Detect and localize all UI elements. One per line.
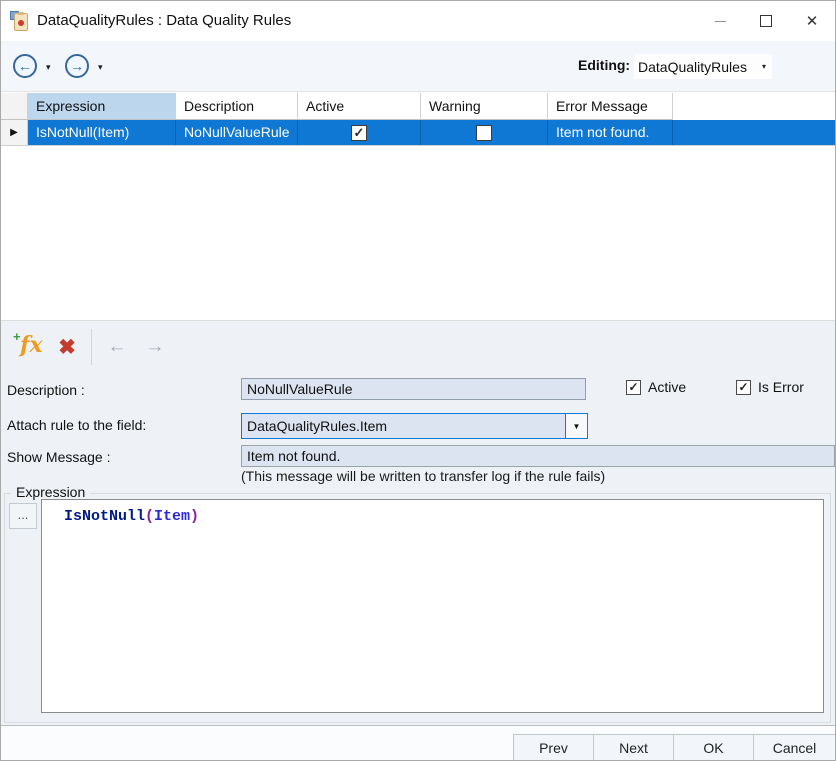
column-header-active[interactable]: Active	[298, 93, 421, 120]
active-checkbox[interactable]: ✓	[351, 125, 367, 141]
expression-builder-button[interactable]: ...	[9, 503, 37, 529]
cancel-button[interactable]: Cancel	[753, 734, 836, 761]
expression-code-line: IsNotNull(Item)	[42, 500, 823, 525]
column-header-warning[interactable]: Warning	[421, 93, 548, 120]
window-controls: ✕	[697, 1, 835, 41]
is-error-checkbox-label: Is Error	[758, 379, 804, 395]
editing-combobox[interactable]: DataQualityRules ▾	[634, 54, 772, 79]
rules-grid: Expression Description Active Warning Er…	[1, 93, 835, 320]
add-rule-button[interactable]: fx +	[13, 331, 45, 363]
row-indicator-icon: ▶	[10, 127, 18, 138]
window-title: DataQualityRules : Data Quality Rules	[37, 1, 291, 41]
is-error-check-icon: ✓	[736, 380, 751, 395]
active-check-icon: ✓	[626, 380, 641, 395]
toolbar-separator	[91, 329, 92, 365]
cell-description[interactable]: NoNullValueRule	[176, 120, 298, 145]
table-row[interactable]: ▶ IsNotNull(Item) NoNullValueRule ✓ Item…	[1, 120, 835, 146]
back-button[interactable]: ←	[13, 54, 37, 78]
dropdown-icon: ▼	[573, 422, 581, 431]
cell-error-message[interactable]: Item not found.	[548, 120, 673, 145]
minimize-button[interactable]	[697, 1, 743, 41]
maximize-button[interactable]	[743, 1, 789, 41]
forward-dropdown-caret[interactable]: ▾	[98, 62, 103, 73]
ellipsis-icon: ...	[18, 508, 29, 521]
description-field[interactable]: NoNullValueRule	[241, 378, 586, 400]
delete-icon: ✖	[58, 335, 76, 360]
expression-editor[interactable]: IsNotNull(Item)	[41, 499, 824, 713]
active-checkbox-field[interactable]: ✓ Active	[626, 379, 686, 395]
prev-button[interactable]: Prev	[513, 734, 594, 761]
warning-checkbox[interactable]	[476, 125, 492, 141]
attach-dropdown-button[interactable]: ▼	[565, 414, 587, 438]
next-rule-button[interactable]: →	[141, 333, 169, 361]
plus-icon: +	[13, 329, 21, 344]
titlebar: DataQualityRules : Data Quality Rules ✕	[1, 1, 835, 41]
minimize-icon	[715, 21, 726, 22]
expression-function-token: IsNotNull	[64, 508, 145, 525]
cell-expression[interactable]: IsNotNull(Item)	[28, 120, 176, 145]
active-checkbox-label: Active	[648, 379, 686, 395]
delete-rule-button[interactable]: ✖	[53, 333, 81, 361]
right-arrow-icon: →	[146, 336, 165, 358]
expression-group-label: Expression	[11, 484, 90, 500]
expression-groupbox: Expression ... IsNotNull(Item)	[4, 493, 831, 723]
attach-field-value: DataQualityRules.Item	[242, 414, 565, 438]
next-button[interactable]: Next	[593, 734, 674, 761]
attach-rule-label: Attach rule to the field:	[7, 417, 146, 433]
cell-active: ✓	[298, 120, 421, 145]
column-header-error-message[interactable]: Error Message	[548, 93, 673, 120]
description-label: Description :	[7, 382, 85, 398]
editing-combobox-value: DataQualityRules	[634, 59, 762, 75]
back-icon: ←	[18, 59, 32, 73]
editing-label: Editing:	[578, 57, 630, 73]
expression-argument-token: Item	[154, 508, 190, 525]
ok-button[interactable]: OK	[673, 734, 754, 761]
rule-toolbar: fx + ✖ ← →	[1, 325, 835, 369]
back-dropdown-caret[interactable]: ▾	[46, 62, 51, 73]
close-icon: ✕	[806, 14, 819, 29]
left-arrow-icon: ←	[108, 336, 127, 358]
previous-rule-button[interactable]: ←	[103, 333, 131, 361]
attach-field-combobox[interactable]: DataQualityRules.Item ▼	[241, 413, 588, 439]
expression-close-paren-token: )	[190, 508, 199, 525]
close-button[interactable]: ✕	[789, 1, 835, 41]
show-message-helper-text: (This message will be written to transfe…	[241, 468, 605, 484]
rule-editor-panel: fx + ✖ ← → Description : NoNullValueRule…	[1, 320, 835, 760]
forward-button[interactable]: →	[65, 54, 89, 78]
forward-icon: →	[70, 59, 84, 73]
clipboard-clip	[18, 12, 24, 15]
cell-warning	[421, 120, 548, 145]
grid-header-row: Expression Description Active Warning Er…	[1, 93, 835, 120]
is-error-checkbox-field[interactable]: ✓ Is Error	[736, 379, 804, 395]
grid-corner-cell	[1, 93, 28, 120]
check-icon: ✓	[354, 126, 365, 139]
show-message-label: Show Message :	[7, 449, 111, 465]
row-selector-cell: ▶	[1, 120, 28, 145]
red-dot-icon	[18, 20, 24, 26]
show-message-field[interactable]: Item not found.	[241, 445, 835, 467]
dialog-window: DataQualityRules : Data Quality Rules ✕ …	[0, 0, 836, 761]
fx-icon: fx	[20, 334, 43, 356]
editing-dropdown-icon: ▾	[762, 62, 772, 71]
maximize-icon	[760, 15, 772, 27]
column-header-description[interactable]: Description	[176, 93, 298, 120]
app-icon	[10, 10, 32, 32]
expression-open-paren-token: (	[145, 508, 154, 525]
nav-toolbar: ← ▾ → ▾ Editing: DataQualityRules ▾	[1, 41, 835, 92]
column-header-expression[interactable]: Expression	[28, 93, 176, 120]
